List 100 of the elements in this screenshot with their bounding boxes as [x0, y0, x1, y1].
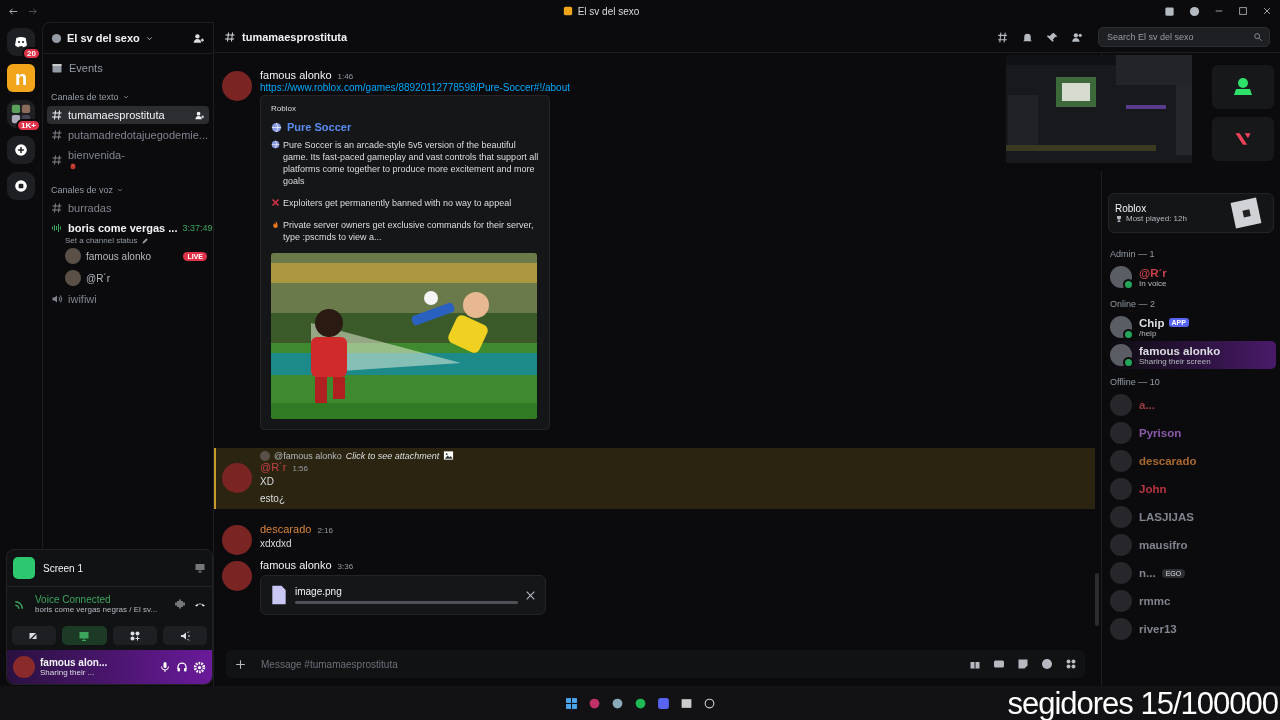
server-name[interactable]: El sv del sexo: [67, 32, 140, 44]
member-name: John: [1139, 483, 1167, 495]
category-header[interactable]: Canales de voz: [51, 185, 114, 195]
discord-logo-icon: [13, 34, 29, 50]
image-icon: [443, 450, 455, 461]
text-channel[interactable]: tumamaesprostituta: [47, 106, 209, 124]
member-item[interactable]: @R´r In voice: [1106, 263, 1276, 291]
activities-icon: [128, 629, 141, 642]
gif-icon[interactable]: [993, 658, 1005, 670]
headphones-icon[interactable]: [176, 661, 188, 673]
emoji-icon[interactable]: [1041, 658, 1053, 670]
sticker-icon[interactable]: [1017, 658, 1029, 670]
text-channel[interactable]: putamadredotajuegodemie...: [47, 126, 209, 144]
member-item[interactable]: river13: [1106, 615, 1276, 643]
threads-icon[interactable]: [996, 30, 1009, 44]
hash-icon: [51, 202, 63, 214]
member-item[interactable]: Pyrison: [1106, 419, 1276, 447]
activities-button[interactable]: [112, 626, 157, 645]
screen-icon: [78, 629, 91, 642]
member-name: mausifro: [1139, 539, 1188, 551]
play-time: Most played: 12h: [1126, 214, 1187, 223]
author-name[interactable]: descarado: [260, 523, 312, 535]
close-icon[interactable]: [1262, 6, 1272, 16]
inbox-icon[interactable]: [1164, 5, 1175, 17]
hash-icon: [224, 31, 236, 43]
category-header[interactable]: Canales de texto: [51, 92, 119, 102]
app-icon[interactable]: [702, 696, 716, 710]
search-field[interactable]: Search El sv del sexo: [1098, 27, 1270, 47]
user-avatar: [1110, 394, 1132, 416]
member-group-header: Admin — 1: [1109, 248, 1156, 261]
microphone-icon[interactable]: [159, 661, 171, 673]
member-group-header: Offline — 10: [1109, 376, 1161, 389]
member-name: rmmc: [1139, 595, 1171, 607]
add-user-icon[interactable]: [192, 31, 205, 45]
member-item[interactable]: mausifro: [1106, 531, 1276, 559]
member-name: descarado: [1139, 455, 1197, 467]
voice-channel-path[interactable]: boris come vergas negras / El sv...: [35, 605, 166, 614]
member-name: river13: [1139, 623, 1177, 635]
member-status: In voice: [1139, 278, 1167, 288]
voice-user-name[interactable]: famous alonko: [86, 250, 179, 262]
voice-channel[interactable]: iwifiwi: [47, 290, 209, 308]
soundboard-button[interactable]: [162, 626, 207, 645]
reply-preview[interactable]: Click to see attachment: [345, 450, 440, 461]
globe-icon: [271, 121, 282, 133]
user-avatar: [1110, 344, 1132, 366]
steam-icon[interactable]: [610, 696, 624, 710]
screen-share-icon: [13, 557, 35, 579]
music-app-icon[interactable]: [633, 696, 647, 710]
channel-status-hint[interactable]: Set a channel status: [65, 236, 138, 245]
user-avatar: [1110, 422, 1132, 444]
member-name: n...: [1139, 567, 1156, 579]
message-composer[interactable]: Message #tumamaesprostituta: [226, 650, 1085, 678]
member-status: /help: [1139, 328, 1157, 338]
author-name[interactable]: famous alonko: [260, 559, 332, 571]
attach-icon[interactable]: [234, 657, 247, 671]
reply-mention[interactable]: @famous alonko: [274, 450, 342, 461]
link[interactable]: https://www.roblox.com/games/88920112778598/Pure-Soccer#!/about: [260, 82, 570, 93]
message-text: esto¿: [260, 492, 286, 506]
server-button[interactable]: [7, 136, 35, 164]
popout-icon[interactable]: [194, 562, 206, 574]
stop-stream-button[interactable]: [62, 626, 107, 645]
member-name: @R´r: [1139, 266, 1167, 279]
pin-icon[interactable]: [1046, 30, 1059, 44]
search-icon: [1253, 32, 1263, 42]
settings-icon[interactable]: [193, 660, 206, 674]
start-icon[interactable]: [564, 696, 578, 710]
chevron-icon: [116, 186, 125, 194]
search-input[interactable]: Search El sv del sexo: [1105, 31, 1253, 43]
author-name[interactable]: famous alonko: [260, 69, 332, 81]
app-icon[interactable]: [679, 696, 693, 710]
member-item[interactable]: descarado: [1106, 447, 1276, 475]
speaker-icon: [51, 293, 63, 305]
user-avatar: [1110, 506, 1132, 528]
embed-title[interactable]: Pure Soccer: [287, 121, 352, 133]
apps-icon[interactable]: [1065, 658, 1077, 670]
user-avatar: [1110, 266, 1132, 288]
user-avatar: [65, 248, 81, 264]
text-channel[interactable]: burradas: [47, 199, 209, 217]
maximize-icon[interactable]: [1238, 6, 1248, 16]
timestamp: 2:16: [317, 526, 333, 535]
server-icon: [51, 32, 62, 44]
voice-user-name[interactable]: @R´r: [86, 272, 207, 284]
message-input[interactable]: Message #tumamaesprostituta: [259, 657, 957, 671]
embed-description: Private server owners get exclusive commands for their server, type :pscmds to view a...: [283, 219, 535, 243]
members-icon[interactable]: [1071, 30, 1084, 44]
discord-logo-icon[interactable]: [656, 696, 670, 710]
text-channel[interactable]: bienvenida-: [47, 146, 209, 174]
notification-badge: 1K+: [16, 119, 41, 132]
events-link[interactable]: Events: [69, 62, 103, 74]
soundboard-icon: [178, 629, 191, 642]
member-item[interactable]: LASJIJAS: [1106, 503, 1276, 531]
file-name: image.png: [295, 586, 343, 597]
server-button[interactable]: [7, 172, 35, 200]
connection-status: Voice Connected: [35, 594, 112, 605]
pencil-icon: [140, 236, 149, 245]
activity-card[interactable]: Roblox Most played: 12h: [1108, 193, 1274, 233]
member-name: LASJIJAS: [1139, 511, 1194, 523]
camera-off-button[interactable]: [12, 626, 57, 645]
member-item[interactable]: rmmc: [1106, 587, 1276, 615]
help-icon[interactable]: [1189, 5, 1200, 17]
